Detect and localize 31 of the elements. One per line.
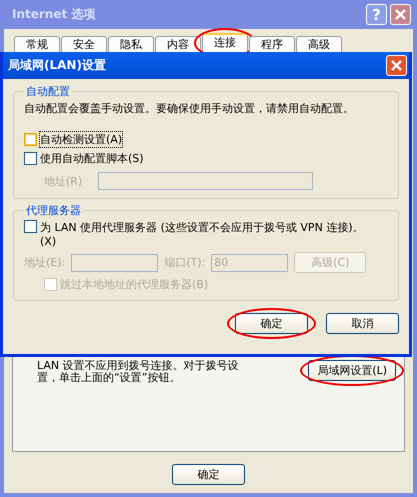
checkbox-label: 为 LAN 使用代理服务器 (这些设置不会应用于拨号或 VPN 连接)。(X) bbox=[40, 220, 365, 248]
checkbox[interactable] bbox=[24, 133, 37, 146]
address-label: 地址(E): bbox=[24, 255, 66, 270]
tab[interactable]: 安全 bbox=[61, 36, 107, 53]
checkbox-label: 使用自动配置脚本(S) bbox=[40, 151, 144, 166]
checkbox[interactable] bbox=[24, 152, 37, 165]
ok-button[interactable]: 确定 bbox=[235, 313, 308, 334]
window-title: Internet 选项 bbox=[12, 6, 96, 23]
lan-note: LAN 设置不应用到拨号连接。对于拨号设置，单击上面的“设置”按钮。 bbox=[37, 360, 240, 384]
tab[interactable]: 常规 bbox=[14, 36, 60, 53]
checkbox[interactable] bbox=[24, 220, 37, 233]
cancel-button[interactable]: 取消 bbox=[326, 313, 399, 334]
description-text: 自动配置会覆盖手动设置。要确保使用手动设置，请禁用自动配置。 bbox=[24, 101, 355, 116]
dialog-title: 局域网(LAN)设置 bbox=[8, 57, 107, 74]
checkbox-label: 自动检测设置(A) bbox=[40, 132, 122, 147]
ok-button[interactable]: 确定 bbox=[172, 464, 245, 485]
checkbox-label: 跳过本地地址的代理服务器(B) bbox=[60, 277, 208, 292]
close-button[interactable] bbox=[390, 4, 411, 25]
tab[interactable]: 程序 bbox=[249, 36, 295, 53]
close-icon bbox=[395, 9, 406, 20]
group-heading: 自动配置 bbox=[25, 84, 71, 99]
close-button[interactable] bbox=[386, 55, 407, 76]
lan-settings-button[interactable]: 局域网设置(L) bbox=[308, 360, 396, 381]
tab[interactable]: 隐私 bbox=[108, 36, 154, 53]
port-label: 端口(T): bbox=[164, 255, 206, 270]
address-label: 地址(R) bbox=[44, 174, 82, 188]
tab[interactable]: 高级 bbox=[296, 36, 342, 53]
tab[interactable]: 连接 bbox=[202, 33, 248, 53]
group-heading: 代理服务器 bbox=[25, 203, 82, 218]
close-icon bbox=[391, 60, 402, 71]
tab[interactable]: 内容 bbox=[155, 36, 201, 53]
